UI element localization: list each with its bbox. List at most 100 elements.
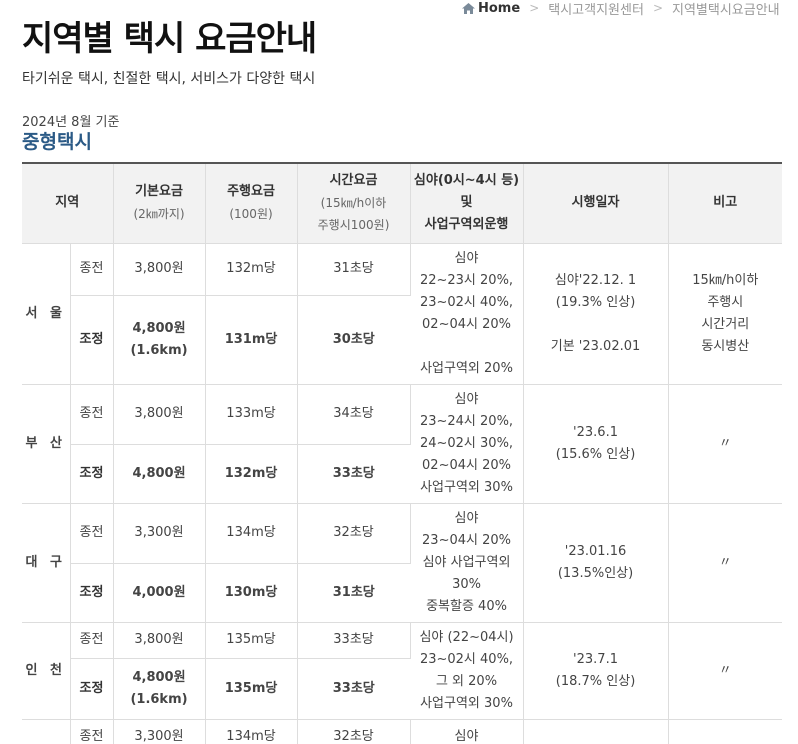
date-line: 심야'22.12. 1 xyxy=(554,272,637,288)
kind-cell: 조정 xyxy=(70,563,114,623)
fare-table: 지역 기본요금 (2㎞까지) 주행요금 (100원) 시간요금 (15㎞/h이하… xyxy=(22,162,783,744)
base-fare-distance: (1.6km) xyxy=(130,691,188,707)
date-line: 기본 '23.02.01 xyxy=(550,338,641,354)
time-fare-cell: 30초당 xyxy=(297,295,411,385)
header-night-line3: 사업구역외운행 xyxy=(424,217,509,233)
note-line: 동시병산 xyxy=(701,338,750,354)
breadcrumb-home-label: Home xyxy=(478,0,521,16)
breadcrumb: Home > 택시고객지원센터 > 지역별택시요금안내 xyxy=(462,0,780,18)
date-line: (13.5%인상) xyxy=(557,565,634,581)
base-fare-value: 4,800원 xyxy=(132,320,186,336)
night-line: 중복할증 40% xyxy=(426,598,507,614)
base-fare-cell: 3,800원 xyxy=(113,243,206,296)
home-icon xyxy=(462,2,475,14)
region-cell: 인 천 xyxy=(22,622,71,720)
night-line: 심야 (22~04시) xyxy=(419,629,514,645)
header-night-line2: 및 xyxy=(460,195,473,211)
night-line: 그 외 20% xyxy=(435,673,498,689)
night-line: 23~02시 40%, xyxy=(419,294,514,310)
distance-fare-cell: 134m당 xyxy=(205,719,298,744)
date-line: '23.6.1 xyxy=(573,424,618,440)
page-title: 지역별 택시 요금안내 xyxy=(22,19,317,59)
kind-cell: 종전 xyxy=(70,384,114,445)
header-time-fare-sub1: (15㎞/h이하 xyxy=(320,196,387,211)
distance-fare-cell: 132m당 xyxy=(205,243,298,296)
effective-date-cell: 심야'22.12. 1 (19.3% 인상) 기본 '23.02.01 xyxy=(523,243,669,385)
header-time-fare: 시간요금 (15㎞/h이하 주행시100원) xyxy=(297,163,411,244)
base-fare-cell: 4,800원 (1.6km) xyxy=(113,295,206,385)
table-row: 서 울 종전 3,800원 132m당 31초당 심야 22~23시 20%, … xyxy=(22,243,783,385)
night-line: 30% xyxy=(452,576,481,592)
kind-cell: 조정 xyxy=(70,658,114,720)
effective-date-cell: '23.6.1 (15.6% 인상) xyxy=(523,384,669,504)
chevron-right-icon: > xyxy=(529,1,540,15)
night-line: 사업구역외 20% xyxy=(420,360,513,376)
time-fare-cell: 32초당 xyxy=(297,503,411,564)
region-cell xyxy=(22,719,71,744)
night-line: 심야 사업구역외 xyxy=(422,554,511,570)
base-fare-cell: 3,800원 xyxy=(113,622,206,659)
header-note: 비고 xyxy=(668,163,783,244)
breadcrumb-item-support-center[interactable]: 택시고객지원센터 xyxy=(548,0,644,18)
header-effective-date: 시행일자 xyxy=(523,163,669,244)
breadcrumb-home-link[interactable]: Home xyxy=(462,1,520,16)
kind-cell: 종전 xyxy=(70,243,114,296)
time-fare-cell: 33초당 xyxy=(297,658,411,720)
date-line xyxy=(524,314,668,336)
time-fare-cell: 31초당 xyxy=(297,243,411,296)
header-distance-fare: 주행요금 (100원) xyxy=(205,163,298,244)
night-line: 24~02시 30%, xyxy=(419,435,514,451)
night-line: 22~23시 20%, xyxy=(419,272,514,288)
note-cell xyxy=(668,719,783,744)
date-line: '23.01.16 xyxy=(564,543,627,559)
date-line: (15.6% 인상) xyxy=(555,446,636,462)
distance-fare-cell: 135m당 xyxy=(205,622,298,659)
night-line: 23~24시 20%, xyxy=(419,413,514,429)
distance-fare-cell: 132m당 xyxy=(205,444,298,504)
night-line: 심야 xyxy=(454,729,479,744)
night-line: 심야 xyxy=(454,391,479,407)
distance-fare-cell: 133m당 xyxy=(205,384,298,445)
base-fare-value: 4,800원 xyxy=(132,669,186,685)
kind-cell: 종전 xyxy=(70,503,114,564)
region-cell: 부 산 xyxy=(22,384,71,504)
effective-date-cell: '23.7.1 (18.7% 인상) xyxy=(523,622,669,720)
table-row: 종전 3,300원 134m당 32초당 심야 xyxy=(22,719,783,744)
night-line xyxy=(411,336,523,358)
header-time-fare-label: 시간요금 xyxy=(329,173,378,189)
note-line: 15㎞/h이하 xyxy=(692,272,759,288)
night-line: 사업구역외 30% xyxy=(420,695,513,711)
table-row: 인 천 종전 3,800원 135m당 33초당 심야 (22~04시) 23~… xyxy=(22,622,783,720)
distance-fare-cell: 134m당 xyxy=(205,503,298,564)
night-line: 23~02시 40%, xyxy=(419,651,514,667)
header-base-fare-label: 기본요금 xyxy=(135,184,183,200)
night-line: 심야 xyxy=(454,250,479,266)
night-surcharge-cell: 심야 23~24시 20%, 24~02시 30%, 02~04시 20% 사업… xyxy=(410,384,524,504)
note-cell: 〃 xyxy=(668,384,783,504)
time-fare-cell: 33초당 xyxy=(297,444,411,504)
header-base-fare-sub: (2㎞까지) xyxy=(133,207,185,222)
time-fare-cell: 31초당 xyxy=(297,563,411,623)
base-fare-cell: 4,000원 xyxy=(113,563,206,623)
region-cell: 대 구 xyxy=(22,503,71,623)
header-region: 지역 xyxy=(22,163,114,244)
night-line: 02~04시 20% xyxy=(422,457,511,473)
date-line: (18.7% 인상) xyxy=(555,673,636,689)
time-fare-cell: 32초당 xyxy=(297,719,411,744)
base-fare-cell: 3,800원 xyxy=(113,384,206,445)
date-line: (19.3% 인상) xyxy=(555,294,636,310)
date-line: '23.7.1 xyxy=(573,651,618,667)
night-surcharge-cell: 심야 23~04시 20% 심야 사업구역외 30% 중복할증 40% xyxy=(410,503,524,623)
base-fare-cell: 3,300원 xyxy=(113,719,206,744)
effective-date-cell xyxy=(523,719,669,744)
section-title: 중형택시 xyxy=(22,131,92,153)
base-fare-cell: 3,300원 xyxy=(113,503,206,564)
time-fare-cell: 34초당 xyxy=(297,384,411,445)
note-cell: 〃 xyxy=(668,503,783,623)
header-distance-fare-label: 주행요금 xyxy=(227,184,275,200)
night-line: 심야 xyxy=(454,510,479,526)
header-time-fare-sub2: 주행시100원) xyxy=(317,218,390,233)
kind-cell: 종전 xyxy=(70,622,114,659)
effective-date-cell: '23.01.16 (13.5%인상) xyxy=(523,503,669,623)
breadcrumb-item-fare-guide[interactable]: 지역별택시요금안내 xyxy=(672,0,780,18)
